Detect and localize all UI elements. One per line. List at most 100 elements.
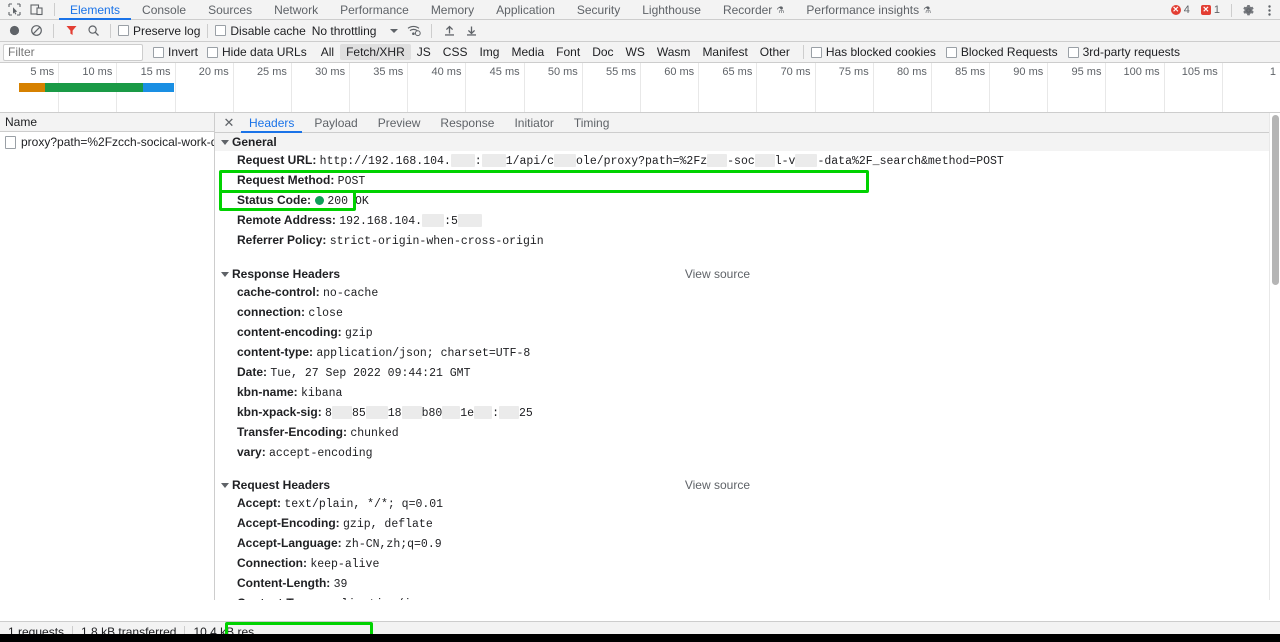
general-row[interactable]: Request Method: POST	[215, 171, 1280, 191]
response-header-row[interactable]: content-encoding: gzip	[215, 323, 1280, 343]
third-party-requests-checkbox[interactable]: 3rd-party requests	[1067, 45, 1180, 59]
tab-payload[interactable]: Payload	[304, 113, 367, 133]
tab-performance-insights[interactable]: Performance insights ⚗	[795, 0, 942, 20]
response-header-row[interactable]: vary: accept-encoding	[215, 443, 1280, 463]
record-button[interactable]	[4, 22, 24, 40]
response-header-row[interactable]: kbn-xpack-sig: 8 85 18 b80 1e: 25	[215, 403, 1280, 423]
response-header-row[interactable]: Date: Tue, 27 Sep 2022 09:44:21 GMT	[215, 363, 1280, 383]
filter-type-wasm[interactable]: Wasm	[651, 44, 697, 60]
warning-count-label: 1	[1213, 4, 1220, 16]
redacted-value	[450, 154, 475, 168]
request-header-row[interactable]: Accept-Language: zh-CN,zh;q=0.9	[215, 534, 1280, 554]
request-header-row[interactable]: Content-Length: 39	[215, 574, 1280, 594]
close-icon[interactable]: ✕	[219, 113, 239, 133]
request-list-row[interactable]: proxy?path=%2Fzcch-socical-work-data...	[0, 132, 214, 152]
gear-icon[interactable]	[1239, 1, 1257, 19]
request-header-row[interactable]: Content-Type: application/json	[215, 594, 1280, 600]
network-conditions-icon[interactable]	[404, 22, 424, 40]
section-general[interactable]: General	[215, 133, 1280, 151]
response-header-row[interactable]: content-type: application/json; charset=…	[215, 343, 1280, 363]
response-header-row[interactable]: connection: close	[215, 303, 1280, 323]
tab-timing[interactable]: Timing	[564, 113, 620, 133]
request-header-row[interactable]: Connection: keep-alive	[215, 554, 1280, 574]
filter-type-manifest[interactable]: Manifest	[696, 44, 753, 60]
request-list-header[interactable]: Name	[0, 113, 214, 132]
general-row[interactable]: Status Code: 200 OK	[215, 191, 1280, 211]
tab-elements[interactable]: Elements	[59, 0, 132, 20]
response-header-row[interactable]: kbn-name: kibana	[215, 383, 1280, 403]
request-details-tabbar: ✕ Headers Payload Preview Response Initi…	[215, 113, 1280, 133]
tab-recorder[interactable]: Recorder ⚗	[712, 0, 795, 20]
general-row[interactable]: Referrer Policy: strict-origin-when-cros…	[215, 231, 1280, 251]
tab-preview[interactable]: Preview	[368, 113, 431, 133]
tab-console[interactable]: Console	[131, 0, 197, 20]
filter-type-doc[interactable]: Doc	[586, 44, 619, 60]
overview-tick-label: 105 ms	[1181, 66, 1218, 78]
blocked-requests-checkbox[interactable]: Blocked Requests	[945, 45, 1058, 59]
hide-data-urls-checkbox[interactable]: Hide data URLs	[207, 45, 307, 59]
kebab-menu-icon[interactable]	[1260, 1, 1278, 19]
general-rows: Request URL: http://192.168.104.: 1/api/c…	[215, 151, 1280, 251]
warning-counter[interactable]: ✕ 1	[1197, 2, 1224, 18]
details-scrollbar-thumb[interactable]	[1272, 115, 1279, 285]
filter-input[interactable]	[3, 43, 143, 61]
view-source-link[interactable]: View source	[685, 478, 750, 492]
has-blocked-cookies-checkbox[interactable]: Has blocked cookies	[810, 45, 936, 59]
general-row[interactable]: Remote Address: 192.168.104.:5	[215, 211, 1280, 231]
section-response-headers-title: Response Headers	[232, 267, 341, 281]
redacted-value	[554, 154, 577, 168]
filter-type-img[interactable]: Img	[473, 44, 505, 60]
disable-cache-checkbox[interactable]: Disable cache	[215, 24, 306, 38]
response-header-row[interactable]: cache-control: no-cache	[215, 283, 1280, 303]
filter-type-font[interactable]: Font	[550, 44, 586, 60]
header-value-text: 1e	[460, 407, 475, 420]
tab-initiator[interactable]: Initiator	[504, 113, 563, 133]
filter-type-js-label: JS	[416, 45, 431, 59]
tab-headers[interactable]: Headers	[239, 113, 304, 133]
tab-performance[interactable]: Performance	[329, 0, 420, 20]
header-value-text: accept-encoding	[269, 447, 373, 460]
tab-response[interactable]: Response	[430, 113, 504, 133]
section-request-headers[interactable]: Request Headers View source	[215, 476, 1280, 494]
tab-memory[interactable]: Memory	[420, 0, 485, 20]
throttling-value: No throttling	[311, 23, 377, 38]
request-header-row[interactable]: Accept-Encoding: gzip, deflate	[215, 514, 1280, 534]
error-counter[interactable]: ✕ 4	[1167, 2, 1194, 18]
funnel-icon[interactable]	[61, 22, 81, 40]
filter-type-media[interactable]: Media	[505, 44, 550, 60]
preserve-log-checkbox[interactable]: Preserve log	[118, 24, 200, 38]
filter-type-ws[interactable]: WS	[620, 44, 651, 60]
overview-tick	[640, 63, 641, 112]
view-source-link[interactable]: View source	[685, 267, 750, 281]
header-value-text: Tue, 27 Sep 2022 09:44:21 GMT	[270, 367, 471, 380]
request-header-row[interactable]: Accept: text/plain, */*; q=0.01	[215, 494, 1280, 514]
general-row[interactable]: Request URL: http://192.168.104.: 1/api/c…	[215, 151, 1280, 171]
clear-button[interactable]	[26, 22, 46, 40]
overview-bar-segment-stalled	[18, 83, 45, 92]
network-overview[interactable]: 5 ms 10 ms 15 ms 20 ms 25 ms 30 ms 35 ms 40 ms 4…	[0, 63, 1280, 113]
tab-network[interactable]: Network	[263, 0, 329, 20]
invert-checkbox[interactable]: Invert	[153, 45, 198, 59]
inspect-element-icon[interactable]	[4, 1, 24, 19]
tab-application[interactable]: Application	[485, 0, 566, 20]
filter-type-js[interactable]: JS	[411, 44, 437, 60]
device-toolbar-icon[interactable]	[26, 1, 46, 19]
header-name-label: Accept-Encoding:	[237, 516, 344, 530]
chevron-down-icon	[221, 482, 229, 488]
overview-tick	[523, 63, 525, 112]
search-icon[interactable]	[83, 22, 103, 40]
export-har-icon[interactable]	[461, 22, 481, 40]
filter-type-fetchxhr[interactable]: Fetch/XHR	[340, 44, 411, 60]
tab-lighthouse[interactable]: Lighthouse	[631, 0, 712, 20]
details-scrollbar[interactable]	[1269, 113, 1280, 600]
overview-tick-label: 20 ms	[198, 66, 229, 78]
filter-type-css[interactable]: CSS	[437, 44, 474, 60]
filter-type-other[interactable]: Other	[754, 44, 796, 60]
tab-security[interactable]: Security	[566, 0, 631, 20]
import-har-icon[interactable]	[439, 22, 459, 40]
throttling-select[interactable]: No throttling	[308, 24, 403, 38]
response-header-row[interactable]: Transfer-Encoding: chunked	[215, 423, 1280, 443]
filter-type-all[interactable]: All	[315, 44, 340, 60]
section-response-headers[interactable]: Response Headers View source	[215, 265, 1280, 283]
tab-sources[interactable]: Sources	[197, 0, 263, 20]
